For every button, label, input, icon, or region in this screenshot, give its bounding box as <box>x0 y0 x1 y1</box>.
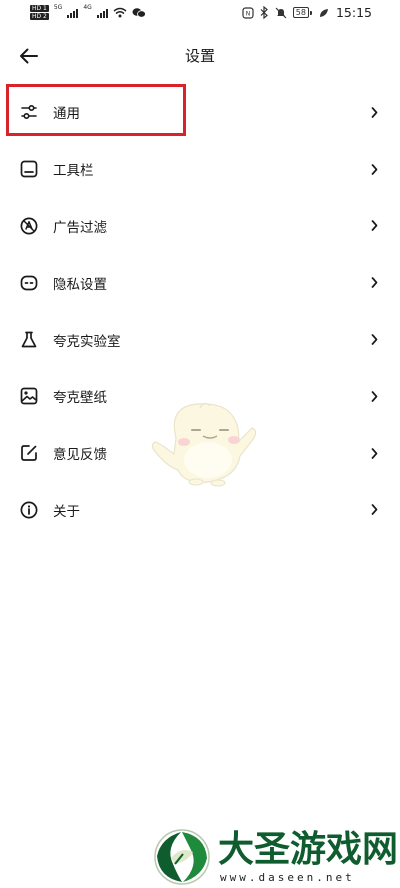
flask-icon <box>18 329 40 351</box>
network-type-1: 5G <box>53 4 63 11</box>
sliders-icon <box>18 101 40 123</box>
back-button[interactable] <box>14 42 44 70</box>
header: 设置 <box>0 34 400 78</box>
bluetooth-icon <box>260 6 268 19</box>
menu-item-lab[interactable]: 夸克实验室 <box>0 311 400 368</box>
menu-label: 夸克实验室 <box>53 333 121 350</box>
image-icon <box>18 385 40 407</box>
menu-item-privacy[interactable]: 隐私设置 <box>0 254 400 311</box>
chevron-right-icon <box>370 277 378 289</box>
ad-filter-icon <box>18 215 40 237</box>
watermark-url: www.daseen.net <box>220 871 355 884</box>
watermark: 大圣游戏网 www.daseen.net <box>150 826 400 888</box>
battery-icon: 58 <box>292 7 312 18</box>
status-left: HD 1 HD 2 5G 4G <box>30 4 146 20</box>
chevron-right-icon <box>370 447 378 459</box>
watermark-title: 大圣游戏网 <box>218 829 399 870</box>
svg-text:N: N <box>246 10 251 17</box>
network-type-2: 4G <box>83 4 92 11</box>
menu-label: 广告过滤 <box>53 219 107 236</box>
watermark-logo-icon <box>154 829 210 885</box>
info-icon <box>18 499 40 521</box>
clock: 15:15 <box>335 5 372 20</box>
battery-level: 58 <box>292 7 309 18</box>
status-bar: HD 1 HD 2 5G 4G N 58 15:15 <box>0 0 400 28</box>
chevron-right-icon <box>370 106 378 118</box>
arrow-left-icon <box>20 48 38 64</box>
menu-item-about[interactable]: 关于 <box>0 482 400 539</box>
vibrate-icon <box>319 8 328 17</box>
chevron-right-icon <box>370 504 378 516</box>
menu-item-toolbar[interactable]: 工具栏 <box>0 141 400 198</box>
menu-label: 通用 <box>53 106 80 123</box>
menu-item-ad-filter[interactable]: 广告过滤 <box>0 198 400 255</box>
toolbar-icon <box>18 158 40 180</box>
signal-bars-2-icon <box>96 8 108 18</box>
menu-label: 意见反馈 <box>53 447 107 464</box>
status-right: N 58 15:15 <box>242 5 372 20</box>
menu-label: 关于 <box>53 503 80 520</box>
signal-bars-1-icon <box>67 8 79 18</box>
nfc-icon: N <box>242 6 254 19</box>
privacy-icon <box>18 272 40 294</box>
sim-indicators: HD 1 HD 2 <box>30 5 49 20</box>
sim1-badge: HD 1 <box>30 5 49 12</box>
edit-icon <box>18 442 40 464</box>
page-title: 设置 <box>184 47 215 65</box>
menu-label: 隐私设置 <box>53 276 107 293</box>
chevron-right-icon <box>370 163 378 175</box>
menu-item-general[interactable]: 通用 <box>0 84 400 141</box>
menu-label: 夸克壁纸 <box>53 390 107 407</box>
menu-label: 工具栏 <box>53 163 94 180</box>
mascot-illustration <box>151 402 257 487</box>
chevron-right-icon <box>370 220 378 232</box>
sim2-badge: HD 2 <box>30 13 49 20</box>
wifi-icon <box>113 7 127 18</box>
mute-icon <box>275 7 287 18</box>
chevron-right-icon <box>370 390 378 402</box>
wechat-icon <box>132 8 146 18</box>
chevron-right-icon <box>370 334 378 346</box>
